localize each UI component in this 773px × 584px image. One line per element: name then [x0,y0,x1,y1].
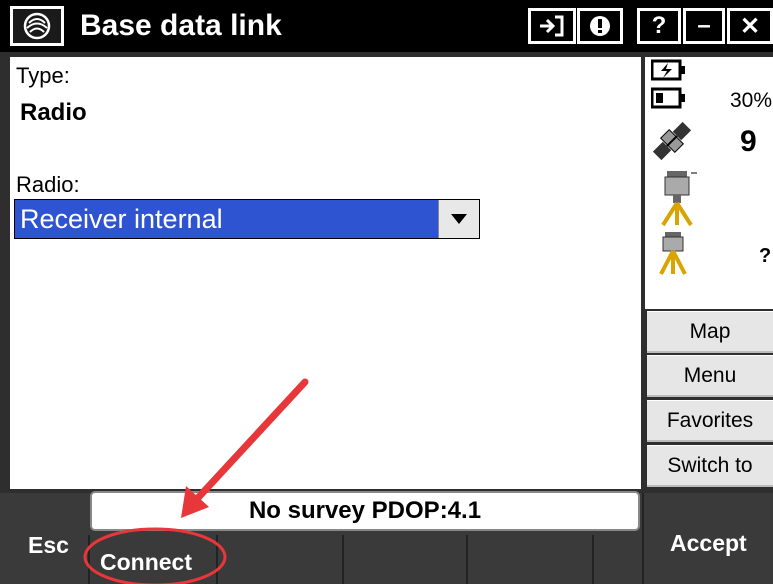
annotation-overlay [83,378,309,584]
pointer-arrow [192,378,309,504]
highlight-circle [83,527,227,584]
